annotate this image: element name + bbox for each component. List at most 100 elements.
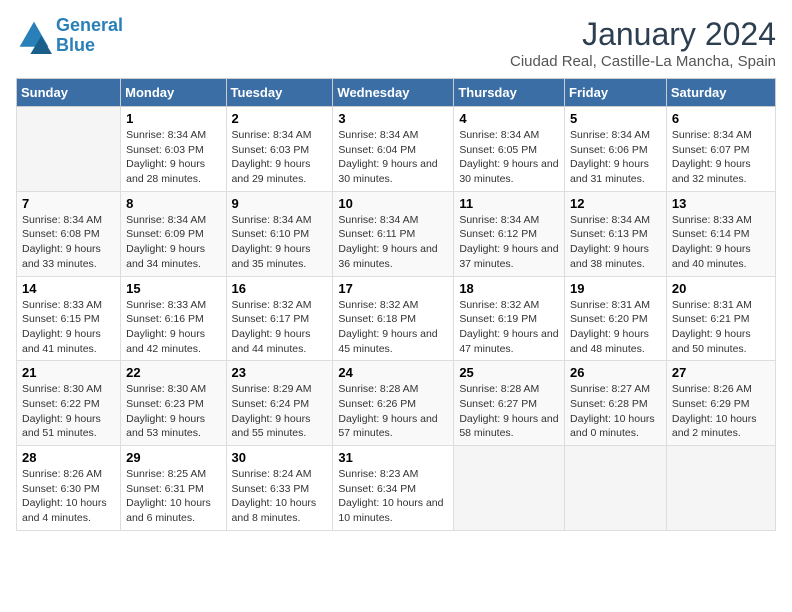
day-info: Sunrise: 8:32 AMSunset: 6:17 PMDaylight:…: [232, 298, 328, 357]
day-cell: 28 Sunrise: 8:26 AMSunset: 6:30 PMDayligh…: [17, 446, 121, 531]
page-header: General Blue January 2024 Ciudad Real, C…: [16, 16, 776, 70]
day-cell: 21Sunrise: 8:30 AMSunset: 6:22 PMDayligh…: [17, 361, 121, 446]
day-cell: 4 Sunrise: 8:34 AMSunset: 6:05 PMDaylight…: [454, 107, 565, 192]
day-number: 15: [126, 281, 220, 296]
day-cell: 12Sunrise: 8:34 AMSunset: 6:13 PMDayligh…: [565, 191, 667, 276]
day-number: 12: [570, 196, 661, 211]
day-info: Sunrise: 8:31 AMSunset: 6:20 PMDaylight:…: [570, 298, 661, 357]
day-cell: [454, 446, 565, 531]
day-cell: 22 Sunrise: 8:30 AMSunset: 6:23 PMDayligh…: [121, 361, 226, 446]
day-info: Sunrise: 8:34 AMSunset: 6:03 PMDaylight:…: [232, 128, 328, 187]
day-cell: 11 Sunrise: 8:34 AMSunset: 6:12 PMDayligh…: [454, 191, 565, 276]
day-info: Sunrise: 8:24 AMSunset: 6:33 PMDaylight:…: [232, 467, 328, 526]
day-cell: 23Sunrise: 8:29 AMSunset: 6:24 PMDayligh…: [226, 361, 333, 446]
day-info: Sunrise: 8:34 AMSunset: 6:06 PMDaylight:…: [570, 128, 661, 187]
day-info: Sunrise: 8:34 AMSunset: 6:07 PMDaylight:…: [672, 128, 770, 187]
day-number: 31: [338, 450, 448, 465]
day-cell: [17, 107, 121, 192]
location-subtitle: Ciudad Real, Castille-La Mancha, Spain: [510, 53, 776, 70]
day-number: 2: [232, 111, 328, 126]
day-info: Sunrise: 8:33 AMSunset: 6:16 PMDaylight:…: [126, 298, 220, 357]
day-cell: 7 Sunrise: 8:34 AMSunset: 6:08 PMDaylight…: [17, 191, 121, 276]
day-number: 28: [22, 450, 115, 465]
day-info: Sunrise: 8:28 AMSunset: 6:26 PMDaylight:…: [338, 382, 448, 441]
header-wednesday: Wednesday: [333, 79, 454, 107]
logo-general: General: [56, 15, 123, 35]
day-info: Sunrise: 8:34 AMSunset: 6:11 PMDaylight:…: [338, 213, 448, 272]
week-row-2: 7 Sunrise: 8:34 AMSunset: 6:08 PMDaylight…: [17, 191, 776, 276]
day-cell: 8Sunrise: 8:34 AMSunset: 6:09 PMDaylight…: [121, 191, 226, 276]
day-cell: 27Sunrise: 8:26 AMSunset: 6:29 PMDayligh…: [666, 361, 775, 446]
day-cell: 30 Sunrise: 8:24 AMSunset: 6:33 PMDayligh…: [226, 446, 333, 531]
day-info: Sunrise: 8:33 AMSunset: 6:15 PMDaylight:…: [22, 298, 115, 357]
day-cell: 5 Sunrise: 8:34 AMSunset: 6:06 PMDaylight…: [565, 107, 667, 192]
day-cell: 13 Sunrise: 8:33 AMSunset: 6:14 PMDayligh…: [666, 191, 775, 276]
day-number: 11: [459, 196, 559, 211]
day-info: Sunrise: 8:32 AMSunset: 6:19 PMDaylight:…: [459, 298, 559, 357]
day-number: 21: [22, 365, 115, 380]
day-number: 10: [338, 196, 448, 211]
day-info: Sunrise: 8:34 AMSunset: 6:09 PMDaylight:…: [126, 213, 220, 272]
day-number: 26: [570, 365, 661, 380]
day-info: Sunrise: 8:33 AMSunset: 6:14 PMDaylight:…: [672, 213, 770, 272]
day-info: Sunrise: 8:25 AMSunset: 6:31 PMDaylight:…: [126, 467, 220, 526]
day-number: 4: [459, 111, 559, 126]
day-number: 29: [126, 450, 220, 465]
day-info: Sunrise: 8:31 AMSunset: 6:21 PMDaylight:…: [672, 298, 770, 357]
day-cell: [666, 446, 775, 531]
day-info: Sunrise: 8:34 AMSunset: 6:04 PMDaylight:…: [338, 128, 448, 187]
calendar-body: 1 Sunrise: 8:34 AMSunset: 6:03 PMDaylight…: [17, 107, 776, 531]
header-tuesday: Tuesday: [226, 79, 333, 107]
day-info: Sunrise: 8:30 AMSunset: 6:23 PMDaylight:…: [126, 382, 220, 441]
day-info: Sunrise: 8:34 AMSunset: 6:10 PMDaylight:…: [232, 213, 328, 272]
header-friday: Friday: [565, 79, 667, 107]
day-cell: 25Sunrise: 8:28 AMSunset: 6:27 PMDayligh…: [454, 361, 565, 446]
day-cell: 24 Sunrise: 8:28 AMSunset: 6:26 PMDayligh…: [333, 361, 454, 446]
day-cell: 16 Sunrise: 8:32 AMSunset: 6:17 PMDayligh…: [226, 276, 333, 361]
month-title: January 2024: [510, 16, 776, 53]
day-cell: 10 Sunrise: 8:34 AMSunset: 6:11 PMDayligh…: [333, 191, 454, 276]
day-number: 3: [338, 111, 448, 126]
day-cell: 14Sunrise: 8:33 AMSunset: 6:15 PMDayligh…: [17, 276, 121, 361]
day-cell: 19 Sunrise: 8:31 AMSunset: 6:20 PMDayligh…: [565, 276, 667, 361]
header-sunday: Sunday: [17, 79, 121, 107]
day-cell: 20 Sunrise: 8:31 AMSunset: 6:21 PMDayligh…: [666, 276, 775, 361]
logo: General Blue: [16, 16, 123, 56]
day-cell: 6 Sunrise: 8:34 AMSunset: 6:07 PMDaylight…: [666, 107, 775, 192]
day-number: 20: [672, 281, 770, 296]
day-number: 30: [232, 450, 328, 465]
day-number: 19: [570, 281, 661, 296]
week-row-5: 28 Sunrise: 8:26 AMSunset: 6:30 PMDayligh…: [17, 446, 776, 531]
day-number: 6: [672, 111, 770, 126]
title-area: January 2024 Ciudad Real, Castille-La Ma…: [510, 16, 776, 70]
day-number: 18: [459, 281, 559, 296]
day-number: 23: [232, 365, 328, 380]
day-info: Sunrise: 8:34 AMSunset: 6:05 PMDaylight:…: [459, 128, 559, 187]
day-info: Sunrise: 8:34 AMSunset: 6:08 PMDaylight:…: [22, 213, 115, 272]
day-info: Sunrise: 8:34 AMSunset: 6:12 PMDaylight:…: [459, 213, 559, 272]
calendar-header-row: SundayMondayTuesdayWednesdayThursdayFrid…: [17, 79, 776, 107]
day-info: Sunrise: 8:32 AMSunset: 6:18 PMDaylight:…: [338, 298, 448, 357]
day-info: Sunrise: 8:26 AMSunset: 6:30 PMDaylight:…: [22, 467, 115, 526]
day-number: 9: [232, 196, 328, 211]
day-number: 1: [126, 111, 220, 126]
day-info: Sunrise: 8:27 AMSunset: 6:28 PMDaylight:…: [570, 382, 661, 441]
day-number: 7: [22, 196, 115, 211]
day-cell: 17 Sunrise: 8:32 AMSunset: 6:18 PMDayligh…: [333, 276, 454, 361]
day-number: 24: [338, 365, 448, 380]
day-number: 13: [672, 196, 770, 211]
day-info: Sunrise: 8:34 AMSunset: 6:03 PMDaylight:…: [126, 128, 220, 187]
day-number: 22: [126, 365, 220, 380]
day-info: Sunrise: 8:26 AMSunset: 6:29 PMDaylight:…: [672, 382, 770, 441]
day-info: Sunrise: 8:28 AMSunset: 6:27 PMDaylight:…: [459, 382, 559, 441]
day-cell: 26 Sunrise: 8:27 AMSunset: 6:28 PMDayligh…: [565, 361, 667, 446]
header-saturday: Saturday: [666, 79, 775, 107]
day-cell: 9 Sunrise: 8:34 AMSunset: 6:10 PMDaylight…: [226, 191, 333, 276]
day-cell: 15 Sunrise: 8:33 AMSunset: 6:16 PMDayligh…: [121, 276, 226, 361]
week-row-4: 21Sunrise: 8:30 AMSunset: 6:22 PMDayligh…: [17, 361, 776, 446]
day-number: 17: [338, 281, 448, 296]
header-thursday: Thursday: [454, 79, 565, 107]
day-number: 5: [570, 111, 661, 126]
day-number: 16: [232, 281, 328, 296]
logo-icon: [16, 18, 52, 54]
